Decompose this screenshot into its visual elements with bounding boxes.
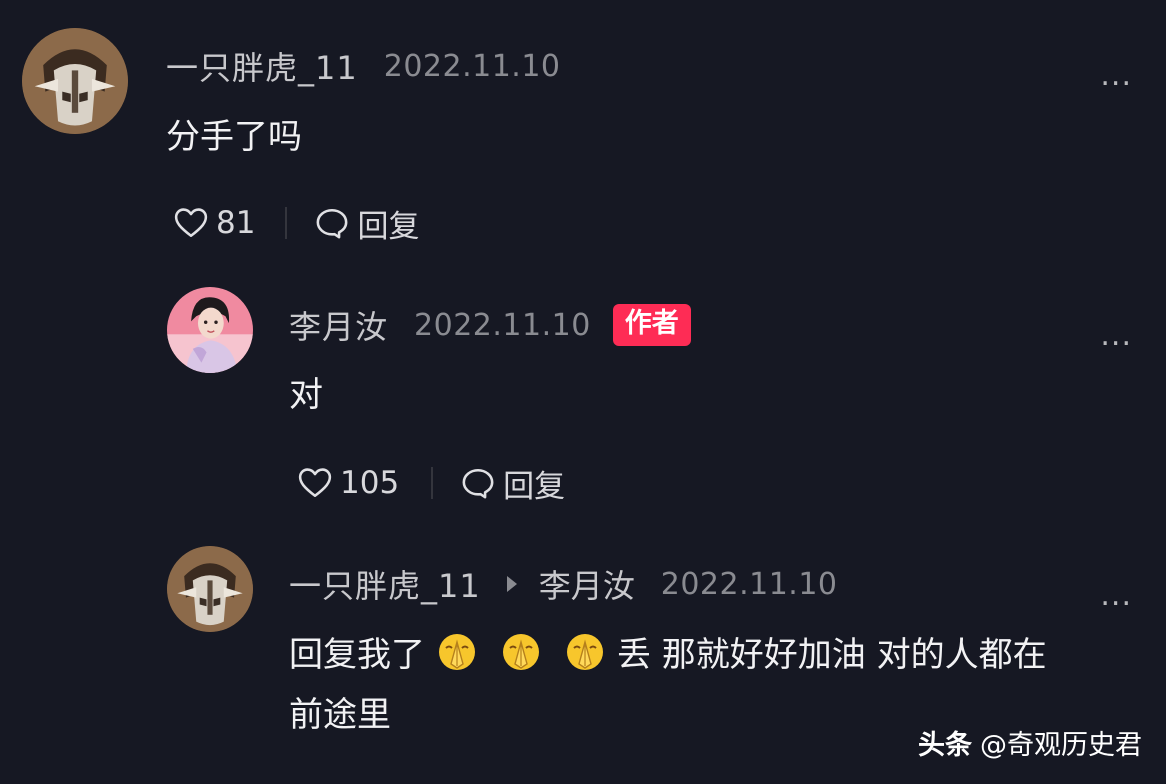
comment-date: 2022.11.10 xyxy=(414,307,591,343)
masked-character-avatar-icon xyxy=(22,28,128,134)
username[interactable]: 一只胖虎_11 xyxy=(166,43,358,89)
comment-text: 分手了吗 xyxy=(166,117,302,157)
reply-label: 回复 xyxy=(503,468,566,505)
avatar[interactable] xyxy=(167,546,253,632)
praying-emoji-icon xyxy=(567,634,603,670)
praying-emoji-icon xyxy=(439,634,475,670)
comment-actions: 81 回复 xyxy=(174,200,419,246)
comment-header: 李月汝 2022.11.10 作者 xyxy=(289,302,691,348)
watermark: 头条 @奇观历史君 xyxy=(918,723,1142,762)
watermark-account: @奇观历史君 xyxy=(980,730,1142,761)
comment-text: 回复我了 丢 那就好好加油 对的人都在 xyxy=(289,626,1047,684)
reply-arrow-icon xyxy=(506,576,517,592)
avatar[interactable] xyxy=(167,287,253,373)
more-options-button[interactable]: ... xyxy=(1100,581,1132,611)
author-badge: 作者 xyxy=(612,304,691,346)
comment-bubble-icon xyxy=(462,468,494,499)
comment-text-line2: 前途里 xyxy=(289,695,391,735)
woman-portrait-avatar-icon xyxy=(167,287,253,373)
comment-date: 2022.11.10 xyxy=(383,48,561,84)
like-count: 81 xyxy=(216,205,256,241)
comment-bubble-icon xyxy=(317,208,348,239)
comment-header: 一只胖虎_11 李月汝 2022.11.10 xyxy=(289,562,838,606)
reply-label: 回复 xyxy=(357,208,420,245)
like-count: 105 xyxy=(340,465,400,501)
more-options-button[interactable]: ... xyxy=(1100,321,1132,351)
reply-button[interactable]: 回复 xyxy=(315,201,419,246)
comment-date: 2022.11.10 xyxy=(660,566,838,602)
comment-text: 对 xyxy=(289,375,323,415)
masked-character-avatar-icon xyxy=(167,546,253,632)
like-button[interactable]: 81 xyxy=(174,205,255,241)
heart-icon xyxy=(174,208,208,238)
heart-icon xyxy=(298,468,332,498)
praying-emoji-icon xyxy=(503,634,539,670)
username[interactable]: 一只胖虎_11 xyxy=(289,561,481,607)
reply-target-username[interactable]: 李月汝 xyxy=(539,561,635,607)
comment-thread: 一只胖虎_11 2022.11.10 ... 分手了吗 81 回复 李月汝 20… xyxy=(0,0,1166,784)
like-button[interactable]: 105 xyxy=(298,465,399,501)
divider xyxy=(285,207,288,239)
username[interactable]: 李月汝 xyxy=(289,302,388,348)
watermark-brand: 头条 xyxy=(918,730,972,761)
comment-text-part: 丢 那就好好加油 对的人都在 xyxy=(617,635,1047,675)
comment-actions: 105 回复 xyxy=(298,460,565,506)
comment-text-part: 回复我了 xyxy=(289,635,425,675)
comment-header: 一只胖虎_11 2022.11.10 xyxy=(166,44,561,88)
more-options-button[interactable]: ... xyxy=(1100,61,1132,91)
avatar[interactable] xyxy=(22,28,128,134)
divider xyxy=(431,467,434,499)
reply-button[interactable]: 回复 xyxy=(461,461,565,506)
